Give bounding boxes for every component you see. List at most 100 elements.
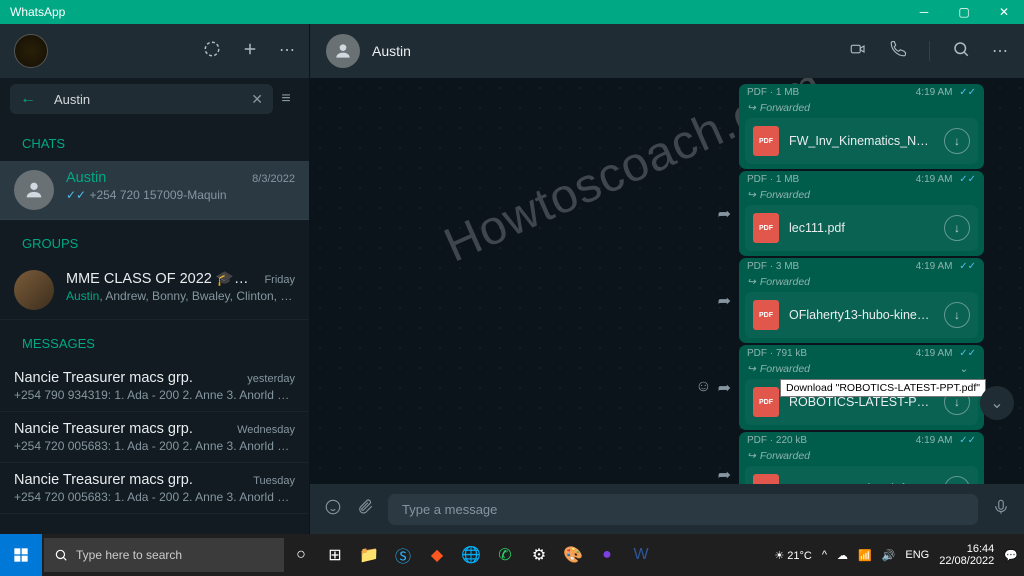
pdf-icon: PDF xyxy=(753,126,779,156)
emoji-react-icon[interactable]: ☺ xyxy=(695,378,711,398)
pdf-icon: PDF xyxy=(753,213,779,243)
attach-icon[interactable] xyxy=(356,498,374,521)
download-button[interactable]: ↓ xyxy=(944,215,970,241)
emoji-icon[interactable] xyxy=(324,498,342,521)
my-avatar[interactable] xyxy=(14,34,48,68)
contact-name: Austin xyxy=(372,43,411,59)
search-in-chat-icon[interactable] xyxy=(952,40,970,63)
share-icon[interactable]: ➦ xyxy=(718,204,731,224)
chat-item-austin[interactable]: Austin8/3/2022 ✓✓ +254 720 157009-Maquin xyxy=(0,161,309,220)
message-input[interactable]: Type a message xyxy=(388,494,978,525)
taskbar-app[interactable]: 🌐 xyxy=(454,534,488,576)
status-icon[interactable] xyxy=(203,40,221,63)
mic-icon[interactable] xyxy=(992,498,1010,521)
chat-item-message[interactable]: Nancie Treasurer macs grp.yesterday +254… xyxy=(0,361,309,412)
message-bubble[interactable]: PDF · 1 MB4:19 AM ✓✓ ↪Forwarded PDF lec1… xyxy=(739,171,984,256)
message-bubble[interactable]: PDF · 791 kB4:19 AM ✓✓ ↪Forwarded⌄ PDF R… xyxy=(739,345,984,430)
taskbar-app[interactable]: Ⓢ xyxy=(386,534,420,576)
taskbar-app[interactable]: 🎨 xyxy=(556,534,590,576)
chat-date: 8/3/2022 xyxy=(252,173,295,185)
chevron-down-icon[interactable]: ⌄ xyxy=(951,363,976,375)
windows-search[interactable]: Type here to search xyxy=(44,538,284,572)
file-name: lec111.pdf xyxy=(789,221,934,235)
video-call-icon[interactable] xyxy=(849,40,867,63)
share-icon[interactable]: ➦ xyxy=(718,465,731,485)
file-name: OFlaherty13-hubo-kinematics-t... xyxy=(789,308,934,322)
download-button[interactable]: ↓ xyxy=(944,476,970,484)
tray-cloud-icon[interactable]: ☁ xyxy=(837,549,848,562)
download-button[interactable]: ↓ xyxy=(944,128,970,154)
message-bubble[interactable]: PDF · 3 MB4:19 AM ✓✓ ↪Forwarded PDF OFla… xyxy=(739,258,984,343)
forward-icon: ↪ xyxy=(747,102,756,114)
taskbar-app[interactable]: ⊞ xyxy=(318,534,352,576)
weather-widget[interactable]: ☀ 21°C xyxy=(774,549,812,562)
chat-panel: Austin ⋯ Howtoscoach.com PDF · 1 MB4:19 … xyxy=(310,24,1024,534)
tray-wifi-icon[interactable]: 📶 xyxy=(858,549,872,562)
clear-search-icon[interactable]: ✕ xyxy=(251,91,263,108)
scroll-to-bottom-button[interactable]: ⌄ xyxy=(980,386,1014,420)
section-chats: CHATS xyxy=(0,120,309,161)
taskbar-app[interactable]: ◆ xyxy=(420,534,454,576)
search-input[interactable] xyxy=(54,92,251,107)
taskbar-app[interactable]: ○ xyxy=(284,534,318,576)
composer: Type a message xyxy=(310,484,1024,534)
message-bubble[interactable]: PDF · 220 kB4:19 AM ✓✓ ↪Forwarded PDF 20… xyxy=(739,432,984,484)
read-ticks-icon: ✓✓ xyxy=(66,188,86,202)
tray-time[interactable]: 16:44 xyxy=(939,543,994,555)
new-chat-icon[interactable] xyxy=(241,40,259,63)
messages-area: Howtoscoach.com PDF · 1 MB4:19 AM ✓✓ ↪Fo… xyxy=(310,78,1024,484)
tray-volume-icon[interactable]: 🔊 xyxy=(882,549,896,562)
chat-item-group[interactable]: MME CLASS OF 2022 🎓👨‍🎓👩‍🎓🥳🎉Friday Austin… xyxy=(0,261,309,320)
file-name: FW_Inv_Kinematics_NAO.pdf xyxy=(789,134,934,148)
taskbar-app[interactable]: W xyxy=(624,534,658,576)
file-name: ROBOTICS-LATEST-PPT.pdf xyxy=(789,395,934,409)
forward-icon: ↪ xyxy=(747,276,756,288)
section-messages: MESSAGES xyxy=(0,320,309,361)
start-button[interactable] xyxy=(0,534,42,576)
maximize-button[interactable]: ▢ xyxy=(944,0,984,24)
notifications-icon[interactable]: 💬 xyxy=(1004,549,1018,562)
app-title: WhatsApp xyxy=(10,5,65,19)
menu-icon[interactable]: ⋯ xyxy=(279,40,295,63)
search-box[interactable]: ← ✕ xyxy=(10,84,273,114)
taskbar-app[interactable]: 📁 xyxy=(352,534,386,576)
forward-icon: ↪ xyxy=(747,450,756,462)
download-tooltip: Download "ROBOTICS-LATEST-PPT.pdf" xyxy=(780,379,986,397)
chat-date: Friday xyxy=(264,274,295,286)
close-button[interactable]: ✕ xyxy=(984,0,1024,24)
tray-chevron-icon[interactable]: ^ xyxy=(822,549,827,561)
taskbar-app[interactable]: ● xyxy=(590,534,624,576)
chat-name: Austin xyxy=(66,170,106,186)
taskbar: Type here to search ○ ⊞ 📁 Ⓢ ◆ 🌐 ✆ ⚙ 🎨 ● … xyxy=(0,534,1024,576)
forward-icon: ↪ xyxy=(747,189,756,201)
chat-menu-icon[interactable]: ⋯ xyxy=(992,41,1008,61)
avatar xyxy=(14,270,54,310)
window-titlebar: WhatsApp ─ ▢ ✕ xyxy=(0,0,1024,24)
taskbar-app[interactable]: ⚙ xyxy=(522,534,556,576)
sidebar: ⋯ ← ✕ ≡ CHATS Austin8/3/2022 ✓✓ +254 720… xyxy=(0,24,310,534)
section-groups: GROUPS xyxy=(0,220,309,261)
pdf-icon: PDF xyxy=(753,387,779,417)
contact-avatar[interactable] xyxy=(326,34,360,68)
avatar xyxy=(14,170,54,210)
download-button[interactable]: ↓ xyxy=(944,302,970,328)
sidebar-header: ⋯ xyxy=(0,24,309,78)
message-bubble[interactable]: PDF · 1 MB4:19 AM ✓✓ ↪Forwarded PDF FW_I… xyxy=(739,84,984,169)
pdf-icon: PDF xyxy=(753,474,779,484)
file-name: 2020-Research-Brief-Sanneman... xyxy=(789,482,934,484)
chat-name: MME CLASS OF 2022 🎓👨‍🎓👩‍🎓🥳🎉 xyxy=(66,270,264,287)
share-icon[interactable]: ➦ xyxy=(718,378,731,398)
chat-header: Austin ⋯ xyxy=(310,24,1024,78)
minimize-button[interactable]: ─ xyxy=(904,0,944,24)
tray-language[interactable]: ENG xyxy=(905,549,929,561)
filter-icon[interactable]: ≡ xyxy=(273,90,299,108)
chat-item-message[interactable]: Nancie Treasurer macs grp.Wednesday +254… xyxy=(0,412,309,463)
chat-item-message[interactable]: Nancie Treasurer macs grp.Tuesday +254 7… xyxy=(0,463,309,514)
voice-call-icon[interactable] xyxy=(889,40,907,63)
taskbar-app[interactable]: ✆ xyxy=(488,534,522,576)
search-back-icon[interactable]: ← xyxy=(20,90,36,108)
forward-icon: ↪ xyxy=(747,363,756,375)
tray-date[interactable]: 22/08/2022 xyxy=(939,555,994,567)
pdf-icon: PDF xyxy=(753,300,779,330)
share-icon[interactable]: ➦ xyxy=(718,291,731,311)
